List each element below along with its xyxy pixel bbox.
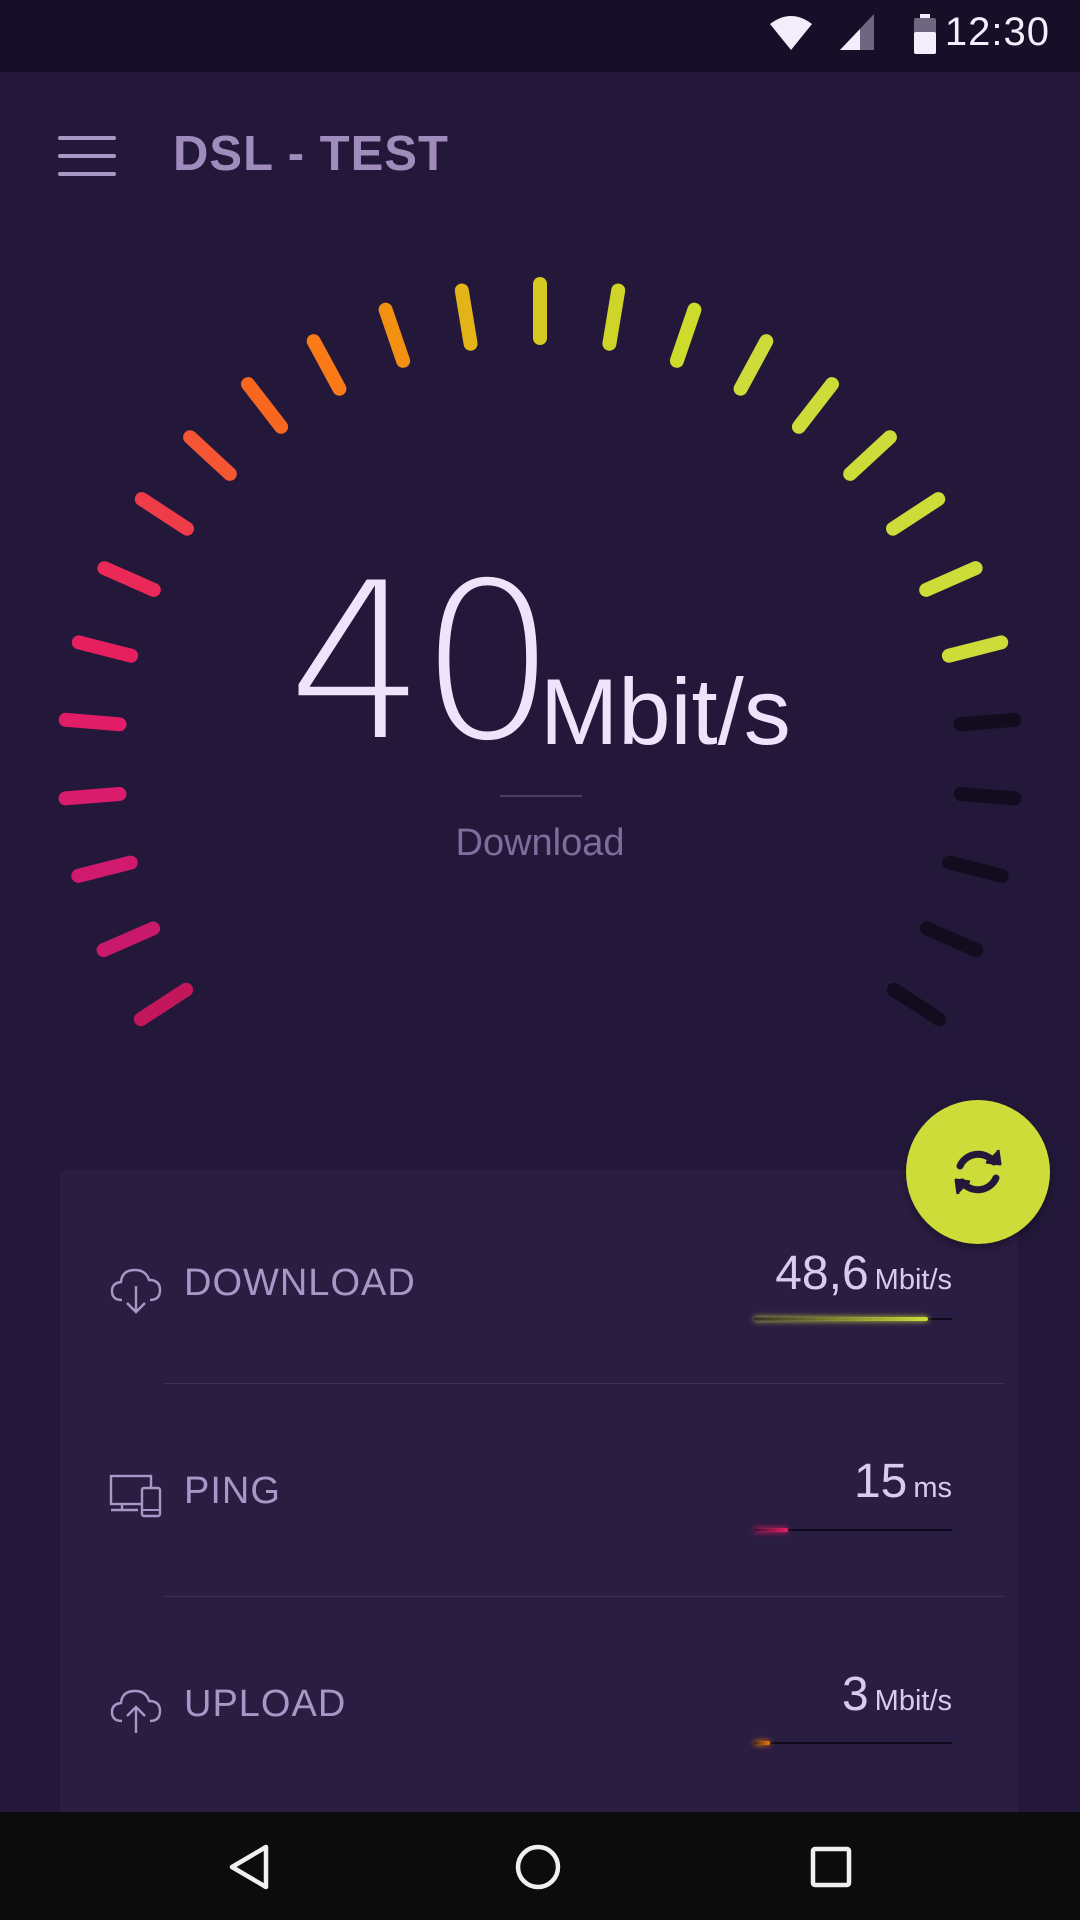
result-row-ping[interactable]: PING 15 ms: [60, 1384, 1018, 1594]
gauge-tick-active: [306, 334, 347, 396]
result-label: PING: [184, 1470, 281, 1512]
recents-icon[interactable]: [796, 1832, 866, 1902]
result-bar-fill: [754, 1741, 770, 1745]
result-value: 15 ms: [854, 1454, 952, 1509]
result-row-download[interactable]: DOWNLOAD 48,6 Mbit/s: [60, 1170, 1018, 1380]
gauge-tick-active: [919, 561, 983, 597]
result-value: 3 Mbit/s: [842, 1667, 952, 1722]
gauge-tick-active: [58, 787, 127, 806]
gauge-tick-active: [669, 302, 702, 368]
result-label: UPLOAD: [184, 1683, 347, 1725]
result-value-unit: ms: [913, 1472, 952, 1504]
gauge-tick-active: [58, 712, 127, 732]
back-icon[interactable]: [214, 1832, 284, 1902]
status-time: 12:30: [944, 10, 1050, 54]
gauge-tick-active: [733, 334, 774, 396]
gauge-tick-inactive: [953, 712, 1022, 732]
status-bar: 12:30: [0, 0, 1080, 72]
result-bar: [754, 1528, 952, 1532]
app-title: DSL - TEST: [173, 127, 449, 181]
cellular-signal-icon: [840, 14, 874, 50]
result-value-unit: Mbit/s: [874, 1685, 952, 1717]
result-value-unit: Mbit/s: [874, 1264, 952, 1296]
result-bar: [754, 1741, 952, 1745]
cloud-upload-icon: [110, 1689, 162, 1733]
results-card: DOWNLOAD 48,6 Mbit/s PING 15 ms UPLOAD 3…: [60, 1170, 1018, 1812]
gauge-tick-active: [843, 430, 897, 481]
app-bar: DSL - TEST: [0, 72, 1080, 242]
gauge-tick-active: [133, 982, 194, 1027]
gauge-tick-inactive: [886, 982, 947, 1027]
speed-value: 40: [288, 537, 557, 788]
result-value-number: 48,6: [775, 1247, 869, 1300]
speed-unit: Mbit/s: [540, 659, 791, 764]
gauge-tick-active: [241, 377, 289, 434]
devices-icon: [109, 1474, 162, 1518]
gauge-tick-inactive: [919, 921, 984, 958]
gauge-tick-active: [791, 377, 839, 434]
gauge-label: Download: [455, 822, 625, 864]
result-value-number: 3: [841, 1668, 869, 1721]
refresh-icon: [954, 1149, 1002, 1195]
gauge-tick-active: [134, 492, 194, 536]
result-bar-fill: [754, 1528, 788, 1532]
gauge-tick-active: [183, 430, 237, 481]
gauge-tick-active: [378, 302, 411, 368]
result-value-number: 15: [853, 1455, 908, 1508]
result-bar: [754, 1317, 952, 1321]
result-label: DOWNLOAD: [184, 1262, 416, 1304]
hamburger-menu-icon[interactable]: [58, 136, 118, 180]
gauge-tick-active: [454, 283, 478, 351]
home-icon[interactable]: [503, 1832, 573, 1902]
navigation-bar: [0, 1812, 1080, 1920]
wifi-icon: [770, 16, 812, 50]
gauge-tick-inactive: [953, 787, 1022, 806]
gauge-tick-active: [97, 561, 161, 597]
result-value: 48,6 Mbit/s: [775, 1246, 952, 1301]
gauge-tick-active: [96, 921, 161, 958]
gauge-divider: [500, 795, 582, 797]
result-bar-fill: [754, 1317, 929, 1321]
gauge-tick-active: [941, 635, 1009, 663]
gauge-tick-active: [602, 283, 626, 351]
result-row-upload[interactable]: UPLOAD 3 Mbit/s: [60, 1597, 1018, 1807]
gauge-tick-active: [886, 492, 946, 536]
gauge-tick-active: [71, 635, 139, 663]
cloud-download-icon: [110, 1268, 162, 1314]
battery-icon: [914, 14, 936, 54]
refresh-button[interactable]: [906, 1100, 1050, 1244]
